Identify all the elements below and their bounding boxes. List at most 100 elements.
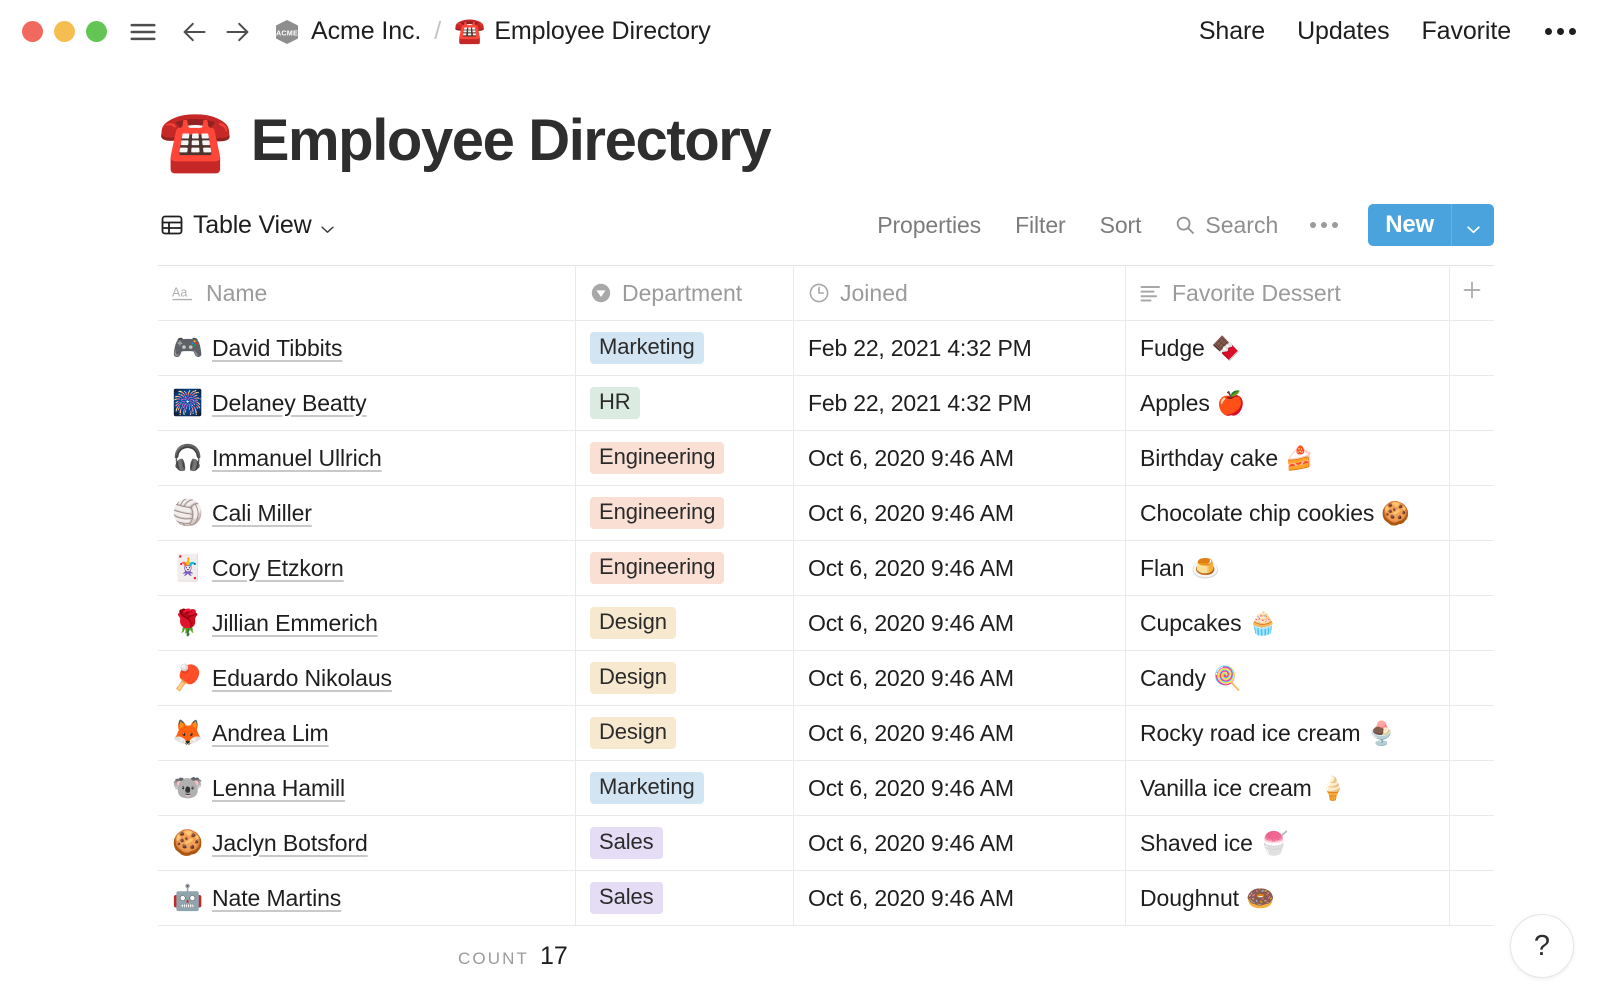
cell-department[interactable]: Design xyxy=(576,596,794,650)
arrow-left-icon[interactable] xyxy=(180,18,208,46)
cell-name[interactable]: 🎆Delaney Beatty xyxy=(158,376,576,430)
table-row[interactable]: 🌹Jillian EmmerichDesignOct 6, 2020 9:46 … xyxy=(158,595,1494,650)
cell-name[interactable]: 🏐Cali Miller xyxy=(158,486,576,540)
cell-name[interactable]: 🎧Immanuel Ullrich xyxy=(158,431,576,485)
table-row[interactable]: 🃏Cory EtzkornEngineeringOct 6, 2020 9:46… xyxy=(158,540,1494,595)
table-row[interactable]: 🦊Andrea LimDesignOct 6, 2020 9:46 AMRock… xyxy=(158,705,1494,760)
more-options-icon[interactable] xyxy=(1545,28,1576,35)
cell-joined[interactable]: Oct 6, 2020 9:46 AM xyxy=(794,816,1126,870)
cell-department[interactable]: Sales xyxy=(576,871,794,925)
column-header-joined[interactable]: Joined xyxy=(794,266,1126,320)
cell-favorite-dessert[interactable]: Flan🍮 xyxy=(1126,541,1450,595)
row-name-link[interactable]: David Tibbits xyxy=(212,335,342,362)
cell-joined[interactable]: Oct 6, 2020 9:46 AM xyxy=(794,486,1126,540)
row-name-link[interactable]: Delaney Beatty xyxy=(212,390,367,417)
updates-button[interactable]: Updates xyxy=(1297,17,1389,46)
cell-joined[interactable]: Oct 6, 2020 9:46 AM xyxy=(794,431,1126,485)
table-row[interactable]: 🎧Immanuel UllrichEngineering Oct 6, 2020 … xyxy=(158,430,1494,485)
cell-department[interactable]: Engineering xyxy=(576,541,794,595)
view-more-options-icon[interactable] xyxy=(1310,222,1338,228)
cell-name[interactable]: 🌹Jillian Emmerich xyxy=(158,596,576,650)
cell-name[interactable]: 🍪Jaclyn Botsford xyxy=(158,816,576,870)
column-header-name[interactable]: Aa Name xyxy=(158,266,576,320)
tab-table-view[interactable]: Table View xyxy=(160,211,335,240)
count-summary[interactable]: Count 17 xyxy=(158,942,568,971)
cell-favorite-dessert[interactable]: Birthday cake🍰 xyxy=(1126,431,1450,485)
page-title: Employee Directory xyxy=(251,112,771,170)
row-name-link[interactable]: Jillian Emmerich xyxy=(212,610,378,637)
cell-department[interactable]: Design xyxy=(576,706,794,760)
maximize-window-button[interactable] xyxy=(86,21,107,42)
cell-spacer xyxy=(1450,596,1494,650)
cell-name[interactable]: 🎮David Tibbits xyxy=(158,321,576,375)
cell-favorite-dessert[interactable]: Apples🍎 xyxy=(1126,376,1450,430)
properties-button[interactable]: Properties xyxy=(877,212,981,239)
add-column-button[interactable] xyxy=(1450,266,1494,320)
cell-favorite-dessert[interactable]: Fudge🍫 xyxy=(1126,321,1450,375)
breadcrumb-page[interactable]: ☎️ Employee Directory xyxy=(454,17,710,46)
table-row[interactable]: 🐨Lenna HamillMarketingOct 6, 2020 9:46 A… xyxy=(158,760,1494,815)
cell-department[interactable]: Engineering xyxy=(576,431,794,485)
row-name-link[interactable]: Jaclyn Botsford xyxy=(212,830,368,857)
table-row[interactable]: 🏐Cali MillerEngineering Oct 6, 2020 9:46 … xyxy=(158,485,1494,540)
table-row[interactable]: 🎮David TibbitsMarketingFeb 22, 2021 4:32… xyxy=(158,320,1494,375)
cell-department[interactable]: Engineering xyxy=(576,486,794,540)
cell-name[interactable]: 🃏Cory Etzkorn xyxy=(158,541,576,595)
cell-name[interactable]: 🐨Lenna Hamill xyxy=(158,761,576,815)
minimize-window-button[interactable] xyxy=(54,21,75,42)
cell-favorite-dessert[interactable]: Candy🍭 xyxy=(1126,651,1450,705)
cell-joined[interactable]: Feb 22, 2021 4:32 PM xyxy=(794,376,1126,430)
cell-department[interactable]: Marketing xyxy=(576,321,794,375)
search-button[interactable]: Search xyxy=(1175,212,1278,239)
cell-favorite-dessert[interactable]: Cupcakes🧁 xyxy=(1126,596,1450,650)
joined-date: Oct 6, 2020 9:46 AM xyxy=(808,445,1014,472)
row-name-link[interactable]: Cali Miller xyxy=(212,500,312,527)
new-button[interactable]: New xyxy=(1368,204,1451,246)
filter-button[interactable]: Filter xyxy=(1015,212,1066,239)
new-dropdown-button[interactable] xyxy=(1451,204,1494,246)
cell-joined[interactable]: Oct 6, 2020 9:46 AM xyxy=(794,761,1126,815)
cell-favorite-dessert[interactable]: Vanilla ice cream🍦 xyxy=(1126,761,1450,815)
favorite-button[interactable]: Favorite xyxy=(1421,17,1511,46)
cell-joined[interactable]: Oct 6, 2020 9:46 AM xyxy=(794,541,1126,595)
cell-name[interactable]: 🦊Andrea Lim xyxy=(158,706,576,760)
breadcrumb-separator: / xyxy=(434,17,441,46)
cell-joined[interactable]: Oct 6, 2020 9:46 AM xyxy=(794,706,1126,760)
table-row[interactable]: 🍪Jaclyn BotsfordSalesOct 6, 2020 9:46 AM… xyxy=(158,815,1494,870)
cell-favorite-dessert[interactable]: Shaved ice🍧 xyxy=(1126,816,1450,870)
row-name-link[interactable]: Cory Etzkorn xyxy=(212,555,344,582)
row-name-link[interactable]: Nate Martins xyxy=(212,885,341,912)
column-header-favorite-dessert[interactable]: Favorite Dessert xyxy=(1126,266,1450,320)
table-row[interactable]: 🤖Nate MartinsSalesOct 6, 2020 9:46 AMDou… xyxy=(158,870,1494,925)
row-name-link[interactable]: Andrea Lim xyxy=(212,720,329,747)
cell-joined[interactable]: Oct 6, 2020 9:46 AM xyxy=(794,651,1126,705)
cell-name[interactable]: 🏓Eduardo Nikolaus xyxy=(158,651,576,705)
breadcrumb-workspace[interactable]: ACME Acme Inc. xyxy=(274,17,421,46)
table-row[interactable]: 🎆Delaney BeattyHRFeb 22, 2021 4:32 PMApp… xyxy=(158,375,1494,430)
help-button[interactable]: ? xyxy=(1510,914,1574,978)
share-button[interactable]: Share xyxy=(1199,17,1265,46)
cell-joined[interactable]: Feb 22, 2021 4:32 PM xyxy=(794,321,1126,375)
table-row[interactable]: 🏓Eduardo NikolausDesignOct 6, 2020 9:46 … xyxy=(158,650,1494,705)
cell-favorite-dessert[interactable]: Rocky road ice cream🍨 xyxy=(1126,706,1450,760)
row-name-link[interactable]: Eduardo Nikolaus xyxy=(212,665,392,692)
row-name-link[interactable]: Lenna Hamill xyxy=(212,775,345,802)
sort-button[interactable]: Sort xyxy=(1100,212,1142,239)
cell-joined[interactable]: Oct 6, 2020 9:46 AM xyxy=(794,596,1126,650)
column-header-department[interactable]: Department xyxy=(576,266,794,320)
hamburger-icon[interactable] xyxy=(128,17,158,47)
cell-favorite-dessert[interactable]: Doughnut🍩 xyxy=(1126,871,1450,925)
joined-date: Oct 6, 2020 9:46 AM xyxy=(808,500,1014,527)
arrow-right-icon[interactable] xyxy=(224,18,252,46)
dessert-icon: 🍦 xyxy=(1319,775,1348,802)
close-window-button[interactable] xyxy=(22,21,43,42)
row-name-link[interactable]: Immanuel Ullrich xyxy=(212,445,382,472)
cell-department[interactable]: Marketing xyxy=(576,761,794,815)
dessert-icon: 🍫 xyxy=(1212,335,1241,362)
cell-department[interactable]: Sales xyxy=(576,816,794,870)
cell-favorite-dessert[interactable]: Chocolate chip cookies🍪 xyxy=(1126,486,1450,540)
cell-department[interactable]: HR xyxy=(576,376,794,430)
cell-department[interactable]: Design xyxy=(576,651,794,705)
cell-joined[interactable]: Oct 6, 2020 9:46 AM xyxy=(794,871,1126,925)
cell-name[interactable]: 🤖Nate Martins xyxy=(158,871,576,925)
